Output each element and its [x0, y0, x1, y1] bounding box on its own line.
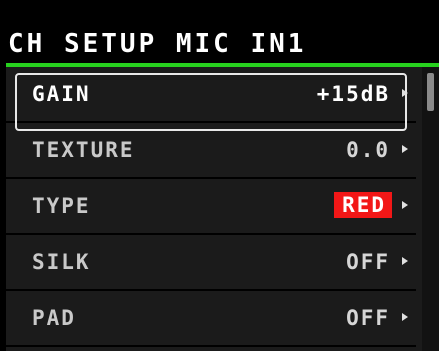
settings-list: GAIN +15dB TEXTURE 0.0 TYPE RED SILK OFF…: [6, 67, 439, 351]
menu-item-value: +15dB: [316, 82, 390, 106]
header: CH SETUP MIC IN1: [0, 0, 439, 62]
menu-item-value: OFF: [346, 306, 390, 330]
menu-item-gain[interactable]: GAIN +15dB: [6, 67, 416, 131]
page-title: CH SETUP MIC IN1: [8, 29, 307, 59]
menu-item-label: GAIN: [32, 82, 91, 106]
menu-item-texture[interactable]: TEXTURE 0.0: [6, 123, 416, 179]
menu-item-value: 0.0: [346, 138, 390, 162]
menu-item-label: TEXTURE: [32, 138, 135, 162]
chevron-right-icon: [402, 201, 408, 209]
type-value-badge: RED: [334, 192, 392, 218]
menu-item-label: SILK: [32, 250, 91, 274]
menu-item-label: PAD: [32, 306, 76, 330]
scrollbar-thumb[interactable]: [427, 73, 434, 111]
chevron-right-icon: [402, 313, 408, 321]
menu-item-pad[interactable]: PAD OFF: [6, 291, 416, 347]
menu-item-type[interactable]: TYPE RED: [6, 179, 416, 235]
chevron-right-icon: [402, 145, 408, 153]
scrollbar[interactable]: [422, 67, 439, 351]
menu-item-value: OFF: [346, 250, 390, 274]
menu-item-silk[interactable]: SILK OFF: [6, 235, 416, 291]
channel-setup-screen: CH SETUP MIC IN1 GAIN +15dB TEXTURE 0.0 …: [0, 0, 439, 351]
chevron-right-icon: [402, 257, 408, 265]
chevron-right-icon: [402, 89, 408, 97]
menu-item-label: TYPE: [32, 194, 91, 218]
